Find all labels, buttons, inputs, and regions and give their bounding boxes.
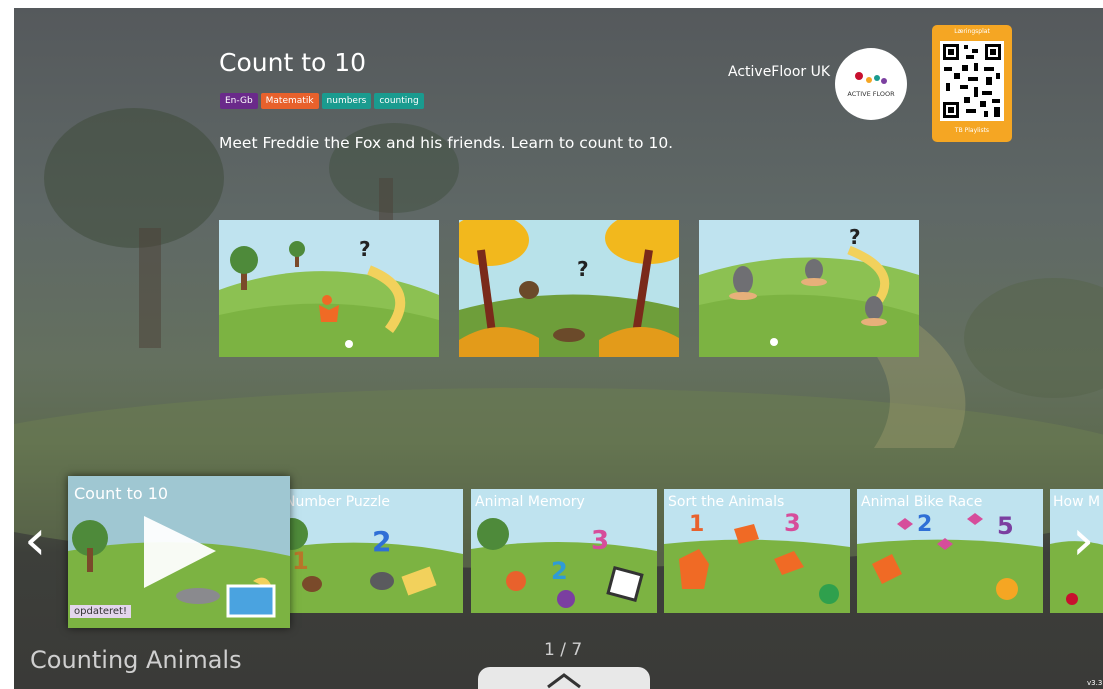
page-indicator: 1 / 7 <box>544 640 583 660</box>
chevron-left-icon[interactable]: ‹ <box>24 513 46 569</box>
chevron-up-icon[interactable] <box>478 667 650 689</box>
section-title: Counting Animals <box>30 646 242 674</box>
tag-subject[interactable]: Matematik <box>260 93 319 109</box>
screenshot-moles[interactable]: ? <box>699 220 919 357</box>
logo-icon <box>855 72 887 84</box>
moles-scene-image: ? <box>699 220 919 357</box>
publisher-name: ActiveFloor UK <box>728 64 831 80</box>
svg-text:1: 1 <box>689 512 704 537</box>
svg-text:2: 2 <box>917 512 932 537</box>
game-description: Meet Freddie the Fox and his friends. Le… <box>219 134 674 152</box>
svg-text:5: 5 <box>997 512 1014 540</box>
svg-text:?: ? <box>849 225 861 249</box>
qr-code-icon <box>940 41 1004 121</box>
screenshot-fox[interactable]: ? <box>219 220 439 357</box>
chevron-right-icon[interactable]: › <box>1072 513 1094 569</box>
svg-text:?: ? <box>359 237 371 261</box>
logo-text: ACTIVE FLOOR <box>847 90 895 98</box>
game-detail-screen: Count to 10 En-Gb Matematik numbers coun… <box>14 8 1103 689</box>
qr-top-label: Læringsplat <box>954 28 990 35</box>
card-title-animal-bike-race: Animal Bike Race <box>861 494 983 510</box>
svg-text:2: 2 <box>372 525 391 558</box>
svg-text:2: 2 <box>551 557 568 585</box>
tag-numbers[interactable]: numbers <box>321 93 372 109</box>
hedgehog-scene-image: ? <box>459 220 679 357</box>
updated-badge: opdateret! <box>70 605 131 618</box>
featured-title: Count to 10 <box>74 484 169 503</box>
screenshot-hedgehog[interactable]: ? <box>459 220 679 357</box>
fox-scene-image: ? <box>219 220 439 357</box>
expand-tab[interactable] <box>478 667 650 689</box>
tag-counting[interactable]: counting <box>374 93 424 109</box>
version-label: v3.3 <box>1087 679 1103 687</box>
card-title-number-puzzle: Number Puzzle <box>285 494 390 510</box>
svg-text:3: 3 <box>591 526 609 556</box>
qr-code-card[interactable]: Læringsplat TB Playlists <box>932 25 1012 142</box>
qr-bottom-label: TB Playlists <box>954 127 990 134</box>
tag-list: En-Gb Matematik numbers counting <box>220 93 424 109</box>
card-title-sort-the-animals: Sort the Animals <box>668 494 785 510</box>
card-title-animal-memory: Animal Memory <box>475 494 585 510</box>
svg-text:1: 1 <box>292 547 309 575</box>
svg-text:3: 3 <box>784 509 801 537</box>
tag-language[interactable]: En-Gb <box>220 93 258 109</box>
svg-text:?: ? <box>577 257 589 281</box>
publisher-logo: ACTIVE FLOOR <box>835 48 907 120</box>
game-title: Count to 10 <box>219 48 367 77</box>
